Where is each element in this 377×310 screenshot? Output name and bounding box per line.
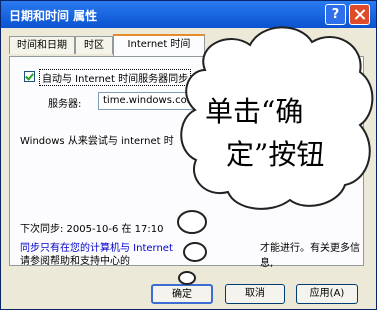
tab-time-zone[interactable]: 时区 [75, 36, 113, 54]
callout-text-line2: 定”按钮 [226, 138, 325, 171]
sync-note-line2: 请参阅帮助和支持中心的 [20, 256, 130, 267]
close-button[interactable] [349, 4, 370, 25]
apply-button[interactable]: 应用(A) [296, 284, 358, 304]
sync-checkbox[interactable] [24, 71, 35, 82]
cancel-button[interactable]: 取消 [225, 284, 285, 304]
title-bar[interactable]: 日期和时间 属性 ? [1, 1, 376, 28]
server-input[interactable]: time.windows.com [98, 92, 198, 110]
sync-note-tail: 才能进行。有关更多信息, [260, 243, 360, 269]
tab-internet-time[interactable]: Internet 时间 [113, 34, 205, 56]
help-button[interactable]: ? [325, 4, 346, 25]
server-label: 服务器: [48, 99, 82, 110]
ok-button[interactable]: 确定 [151, 284, 213, 304]
next-sync-text: 下次同步: 2005-10-6 在 17:10 [20, 224, 164, 235]
sync-status-text: Windows 从来尝试与 internet 时 [20, 136, 174, 147]
window-title: 日期和时间 属性 [9, 9, 98, 23]
tab-date-time[interactable]: 时间和日期 [9, 36, 75, 54]
callout-text-line1: 单击“确 [205, 95, 304, 128]
sync-checkbox-label[interactable]: 自动与 Internet 时间服务器同步 [39, 69, 192, 86]
